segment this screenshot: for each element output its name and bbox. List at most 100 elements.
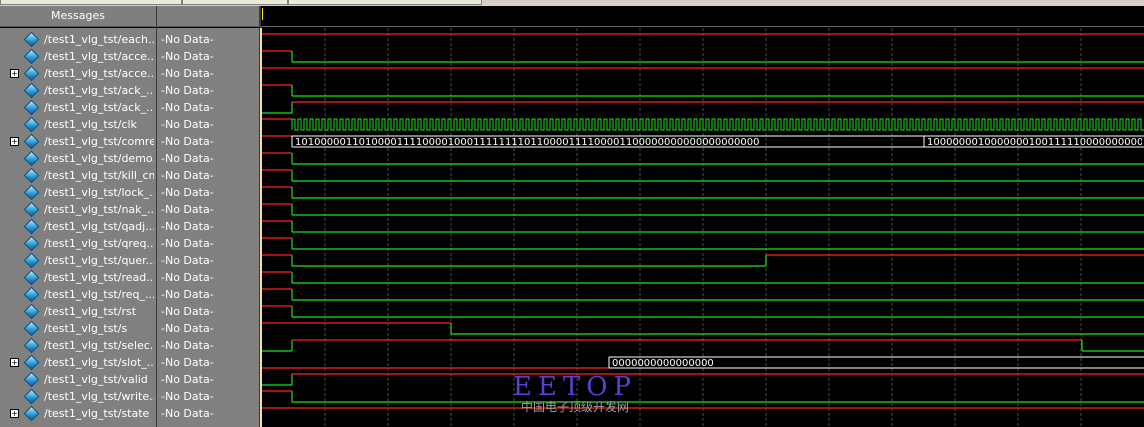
signal-value: -No Data- [161,67,214,80]
signal-row[interactable]: /test1_vlg_tst/selec... [0,337,156,354]
signal-name: /test1_vlg_tst/s [44,322,128,335]
signal-name: /test1_vlg_tst/state [44,407,150,420]
signal-value: -No Data- [161,186,214,199]
signal-diamond-icon [23,82,40,99]
signal-value: -No Data- [161,152,214,165]
signal-diamond-icon [23,320,40,337]
signal-name: /test1_vlg_tst/lock_... [44,186,154,199]
waveform-canvas[interactable]: 1010000011010000111100001000111111110110… [261,28,1144,427]
signal-diamond-icon [23,235,40,252]
signal-value: -No Data- [161,203,214,216]
signal-diamond-icon [23,354,40,371]
signal-row[interactable]: + /test1_vlg_tst/slot_... [0,354,156,371]
signal-row[interactable]: /test1_vlg_tst/clk [0,116,156,133]
signal-row[interactable]: /test1_vlg_tst/demo... [0,150,156,167]
signal-value: -No Data- [161,169,214,182]
signal-row[interactable]: /test1_vlg_tst/ack_... [0,82,156,99]
cursor-marker[interactable] [262,8,263,20]
messages-header[interactable]: Messages [0,6,156,27]
expand-icon[interactable]: + [10,409,19,418]
signal-row[interactable]: + /test1_vlg_tst/comreg [0,133,156,150]
signal-row[interactable]: /test1_vlg_tst/rst [0,303,156,320]
expand-icon[interactable]: + [10,358,19,367]
signal-value: -No Data- [161,33,214,46]
bus-value-label: 1000000010000000100111110000000000000000 [927,137,1144,148]
clock-trace [291,118,1144,131]
expand-icon[interactable]: + [10,69,19,78]
signal-row[interactable]: /test1_vlg_tst/each... [0,31,156,48]
signal-row[interactable]: /test1_vlg_tst/qreq... [0,235,156,252]
expand-icon[interactable]: + [10,137,19,146]
signal-row[interactable]: /test1_vlg_tst/ack_... [0,99,156,116]
signal-name: /test1_vlg_tst/nak_... [44,203,154,216]
signal-diamond-icon [23,31,40,48]
signal-value: -No Data- [161,118,214,131]
signal-name: /test1_vlg_tst/acce... [44,50,154,63]
signal-name: /test1_vlg_tst/comreg [44,135,154,148]
signal-name: /test1_vlg_tst/qadj... [44,220,154,233]
signal-value: -No Data- [161,390,214,403]
cursor-line[interactable] [260,28,262,427]
signal-name: /test1_vlg_tst/quer... [44,254,154,267]
waveform-window: Messages 1010000011010000111100001000111… [0,0,1144,427]
signal-name: /test1_vlg_tst/slot_... [44,356,154,369]
signal-diamond-icon [23,303,40,320]
signal-row[interactable]: /test1_vlg_tst/write... [0,388,156,405]
signal-diamond-icon [23,218,40,235]
signal-row[interactable]: /test1_vlg_tst/valid [0,371,156,388]
signal-value: -No Data- [161,84,214,97]
messages-label: Messages [51,9,105,22]
signal-diamond-icon [23,116,40,133]
signal-value: -No Data- [161,50,214,63]
signal-diamond-icon [23,133,40,150]
signal-diamond-icon [23,405,40,422]
signal-value: -No Data- [161,254,214,267]
signal-value: -No Data- [161,101,214,114]
signal-value: -No Data- [161,220,214,233]
signal-diamond-icon [23,388,40,405]
signal-value: -No Data- [161,271,214,284]
signal-name: /test1_vlg_tst/read... [44,271,154,284]
signal-value: -No Data- [161,322,214,335]
signal-row[interactable]: /test1_vlg_tst/qadj... [0,218,156,235]
bus-value-label: 1010000011010000111100001000111111110110… [295,137,759,148]
signal-row[interactable]: /test1_vlg_tst/req_... [0,286,156,303]
signal-diamond-icon [23,48,40,65]
bus-value-label: 0000000000000000 [612,358,714,369]
signal-value: -No Data- [161,356,214,369]
signal-name: /test1_vlg_tst/qreq... [44,237,154,250]
signal-diamond-icon [23,201,40,218]
signal-name: /test1_vlg_tst/rst [44,305,137,318]
signal-name: /test1_vlg_tst/clk [44,118,137,131]
signal-diamond-icon [23,252,40,269]
signal-row[interactable]: /test1_vlg_tst/kill_cmd [0,167,156,184]
toolbar-tab[interactable] [0,0,182,5]
signal-row[interactable]: /test1_vlg_tst/s [0,320,156,337]
signal-diamond-icon [23,371,40,388]
signal-value: -No Data- [161,373,214,386]
signal-name: /test1_vlg_tst/valid [44,373,148,386]
signal-row[interactable]: /test1_vlg_tst/read... [0,269,156,286]
signal-value: -No Data- [161,339,214,352]
signal-name: /test1_vlg_tst/kill_cmd [44,169,154,182]
signal-name: /test1_vlg_tst/ack_... [44,101,154,114]
signal-diamond-icon [23,150,40,167]
toolbar-tab[interactable] [288,0,482,5]
signal-diamond-icon [23,184,40,201]
signal-name: /test1_vlg_tst/write... [44,390,154,403]
pane-divider[interactable] [156,6,157,427]
wave-ruler[interactable] [261,6,1144,27]
signal-row[interactable]: /test1_vlg_tst/lock_... [0,184,156,201]
signal-row[interactable]: + /test1_vlg_tst/acce... [0,65,156,82]
values-header[interactable] [157,6,259,27]
signal-row[interactable]: /test1_vlg_tst/quer... [0,252,156,269]
signal-diamond-icon [23,269,40,286]
signal-value: -No Data- [161,135,214,148]
toolbar-tab[interactable] [182,0,288,5]
signal-row[interactable]: + /test1_vlg_tst/state [0,405,156,422]
signal-name: /test1_vlg_tst/req_... [44,288,154,301]
signal-row[interactable]: /test1_vlg_tst/nak_... [0,201,156,218]
signal-name: /test1_vlg_tst/each... [44,33,154,46]
signal-row[interactable]: /test1_vlg_tst/acce... [0,48,156,65]
signal-diamond-icon [23,65,40,82]
